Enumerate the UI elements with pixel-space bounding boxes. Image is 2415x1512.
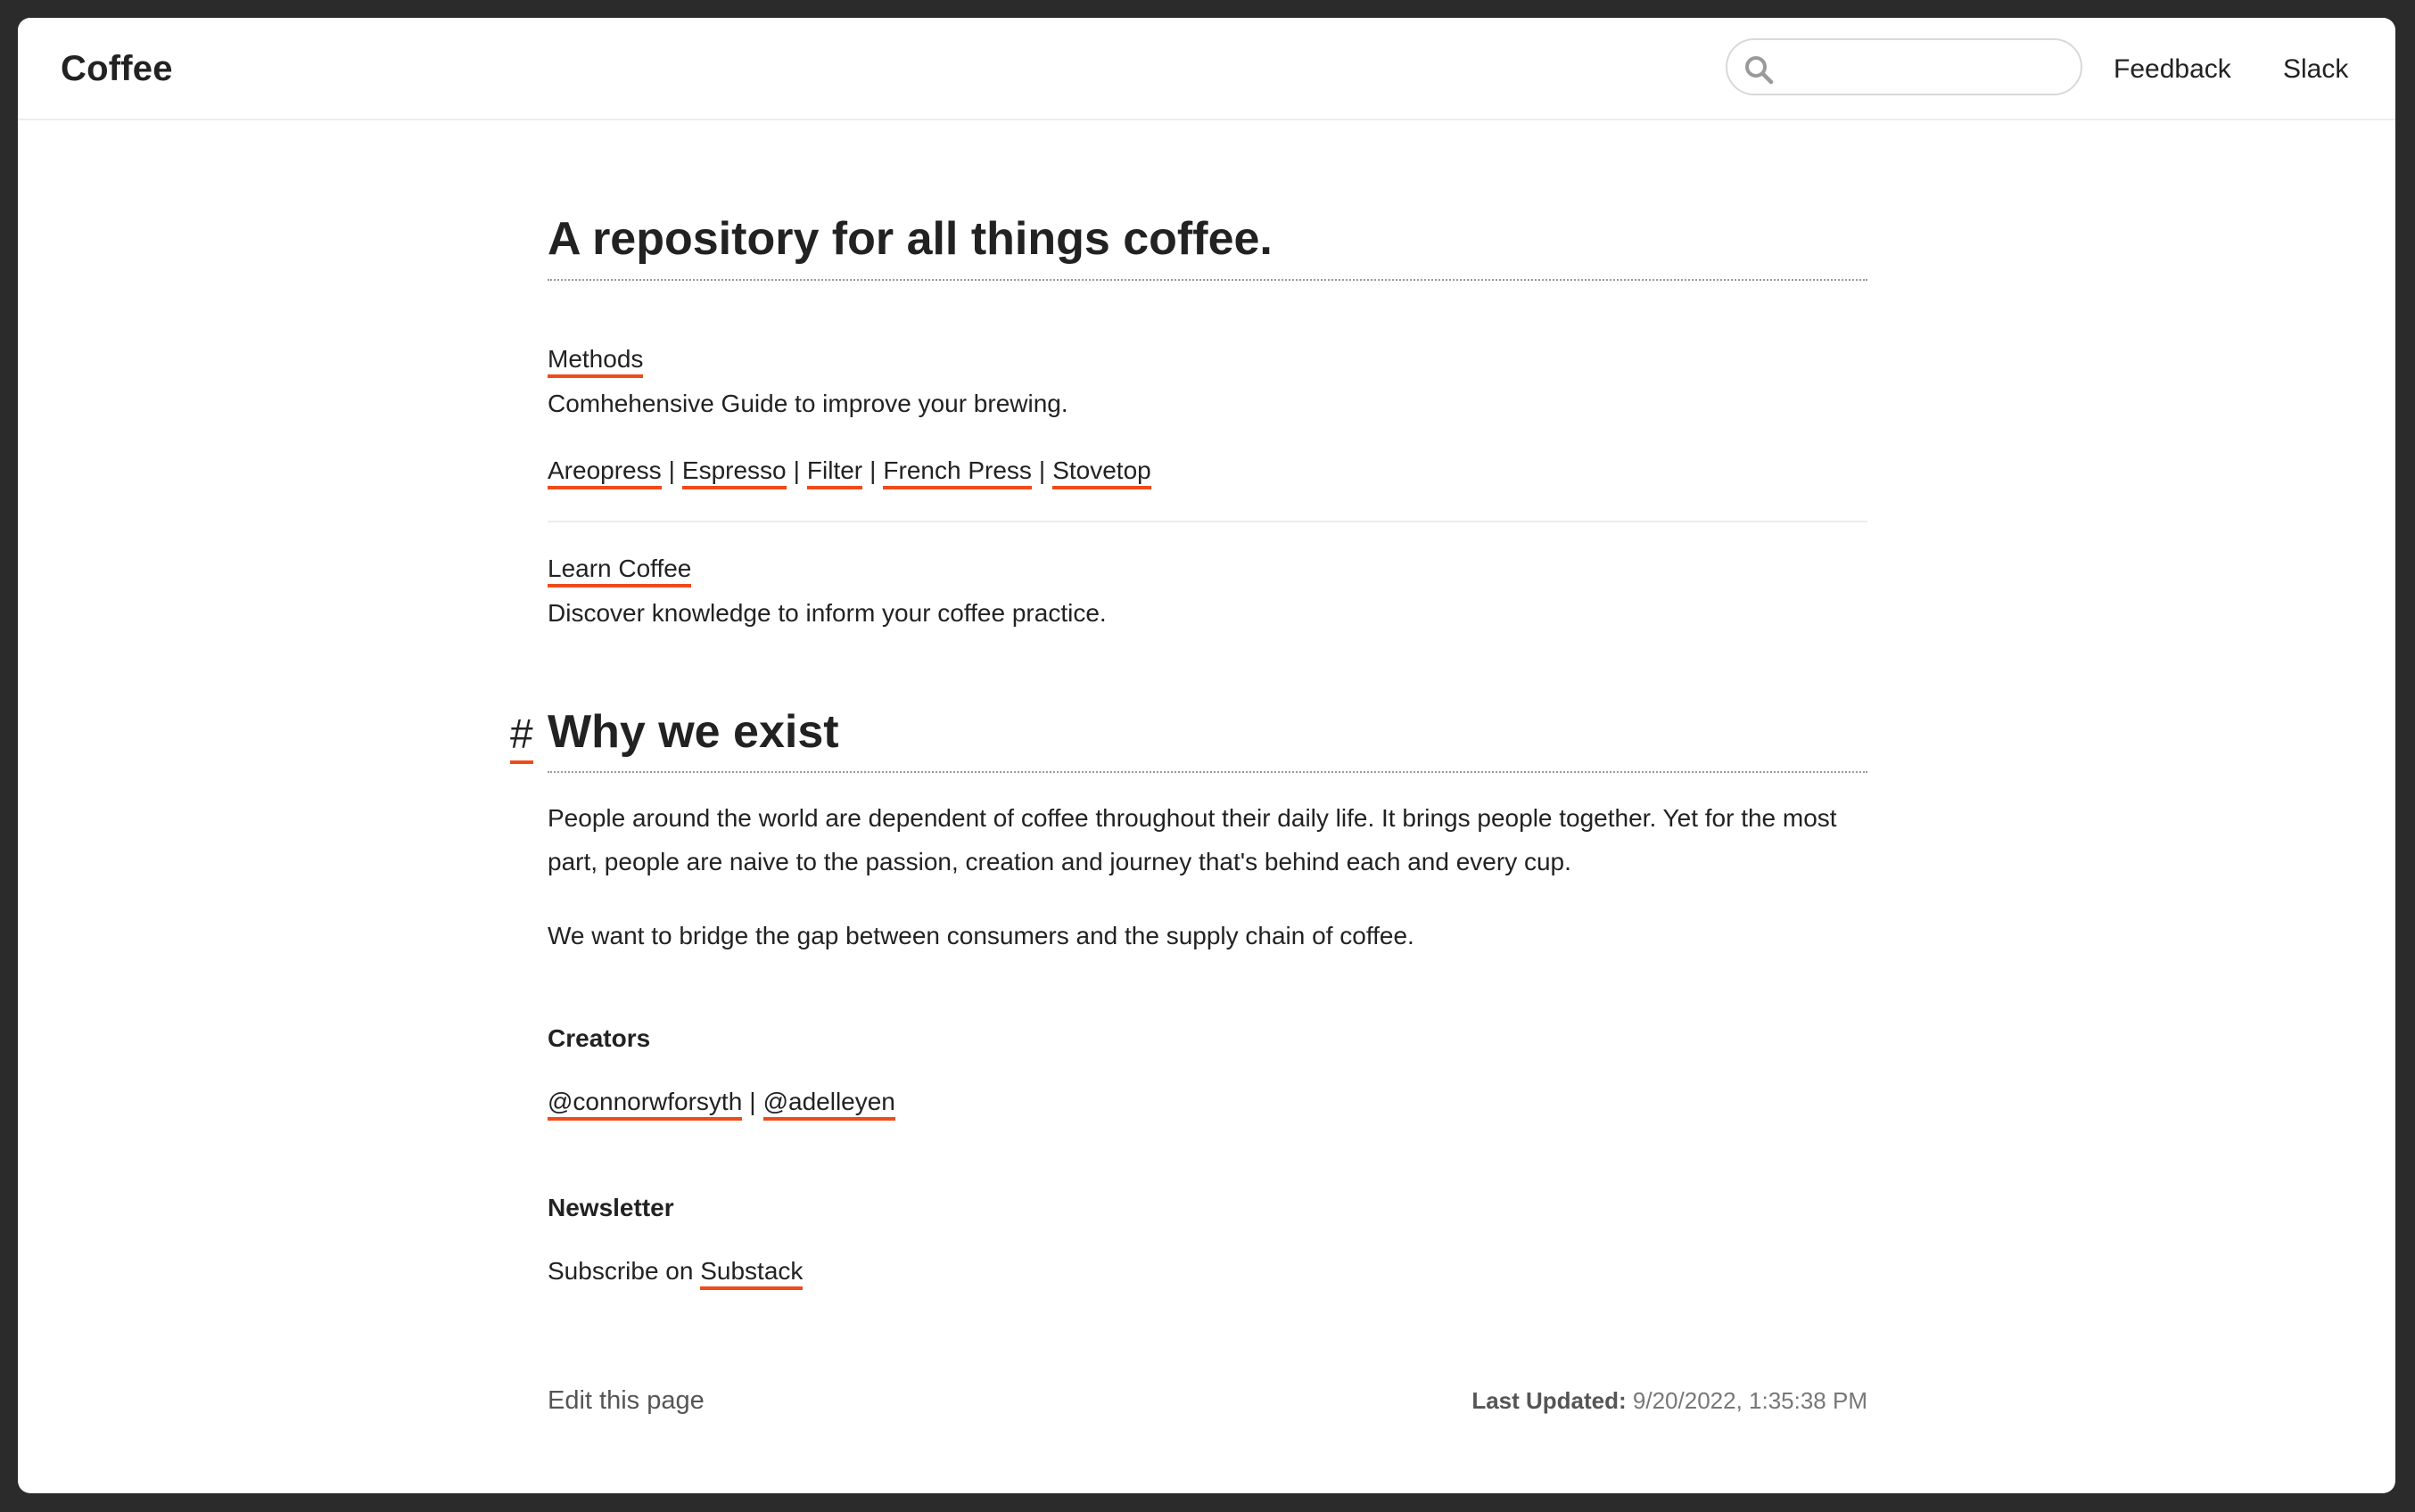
learn-coffee-link[interactable]: Learn Coffee <box>548 555 692 588</box>
methods-list: Areopress | Espresso | Filter | French Press | S… <box>548 453 1151 489</box>
search-box[interactable] <box>1726 38 2082 95</box>
why-paragraph-2: We want to bridge the gap between consum… <box>548 922 1414 949</box>
substack-link[interactable]: Substack <box>700 1257 804 1290</box>
method-link-espresso[interactable]: Espresso <box>681 456 787 489</box>
separator: | <box>870 456 877 484</box>
method-link-areopress[interactable]: Areopress <box>548 456 662 489</box>
site-brand[interactable]: Coffee <box>61 46 173 91</box>
last-updated: Last Updated: 9/20/2022, 1:35:38 PM <box>1471 1383 1867 1418</box>
learn-heading-row: Learn Coffee <box>548 551 692 588</box>
title-divider <box>548 279 1867 281</box>
creators-list: @connorwforsyth | @adelleyen <box>548 1084 895 1121</box>
why-divider <box>548 771 1867 773</box>
search-icon <box>1745 56 1774 85</box>
separator: | <box>793 456 800 484</box>
separator: | <box>1038 456 1046 484</box>
method-link-french-press[interactable]: French Press <box>883 456 1032 489</box>
methods-heading-row: Methods <box>548 341 644 378</box>
methods-description: Comhehensive Guide to improve your brewi… <box>548 390 1068 417</box>
newsletter-line: Subscribe on Substack <box>548 1253 804 1290</box>
why-we-exist-heading: Why we exist <box>548 706 839 758</box>
last-updated-value: 9/20/2022, 1:35:38 PM <box>1632 1387 1867 1414</box>
nav-feedback-link[interactable]: Feedback <box>2114 52 2231 87</box>
creators-heading: Creators <box>548 1024 651 1052</box>
search-input[interactable] <box>1784 49 2065 86</box>
nav-slack-link[interactable]: Slack <box>2283 52 2348 87</box>
creator-link-connorwforsyth[interactable]: @connorwforsyth <box>548 1088 743 1121</box>
creator-link-adelleyen[interactable]: @adelleyen <box>762 1088 895 1121</box>
newsletter-heading: Newsletter <box>548 1194 674 1221</box>
page-title: A repository for all things coffee. <box>548 213 1273 265</box>
top-navbar: Coffee Feedback Slack <box>18 18 2395 120</box>
heading-anchor-link[interactable]: # <box>510 707 533 764</box>
method-link-stovetop[interactable]: Stovetop <box>1052 456 1151 489</box>
separator: | <box>749 1088 756 1115</box>
last-updated-label: Last Updated: <box>1471 1387 1627 1414</box>
learn-description: Discover knowledge to inform your coffee… <box>548 599 1107 627</box>
separator: | <box>668 456 675 484</box>
method-link-filter[interactable]: Filter <box>806 456 863 489</box>
section-divider <box>548 521 1867 522</box>
edit-page-link[interactable]: Edit this page <box>548 1383 705 1418</box>
methods-link[interactable]: Methods <box>548 345 644 378</box>
newsletter-prefix: Subscribe on <box>548 1257 694 1285</box>
why-paragraph-1: People around the world are dependent of… <box>548 804 1837 875</box>
browser-frame: Coffee Feedback Slack A repository for a… <box>18 18 2395 1493</box>
